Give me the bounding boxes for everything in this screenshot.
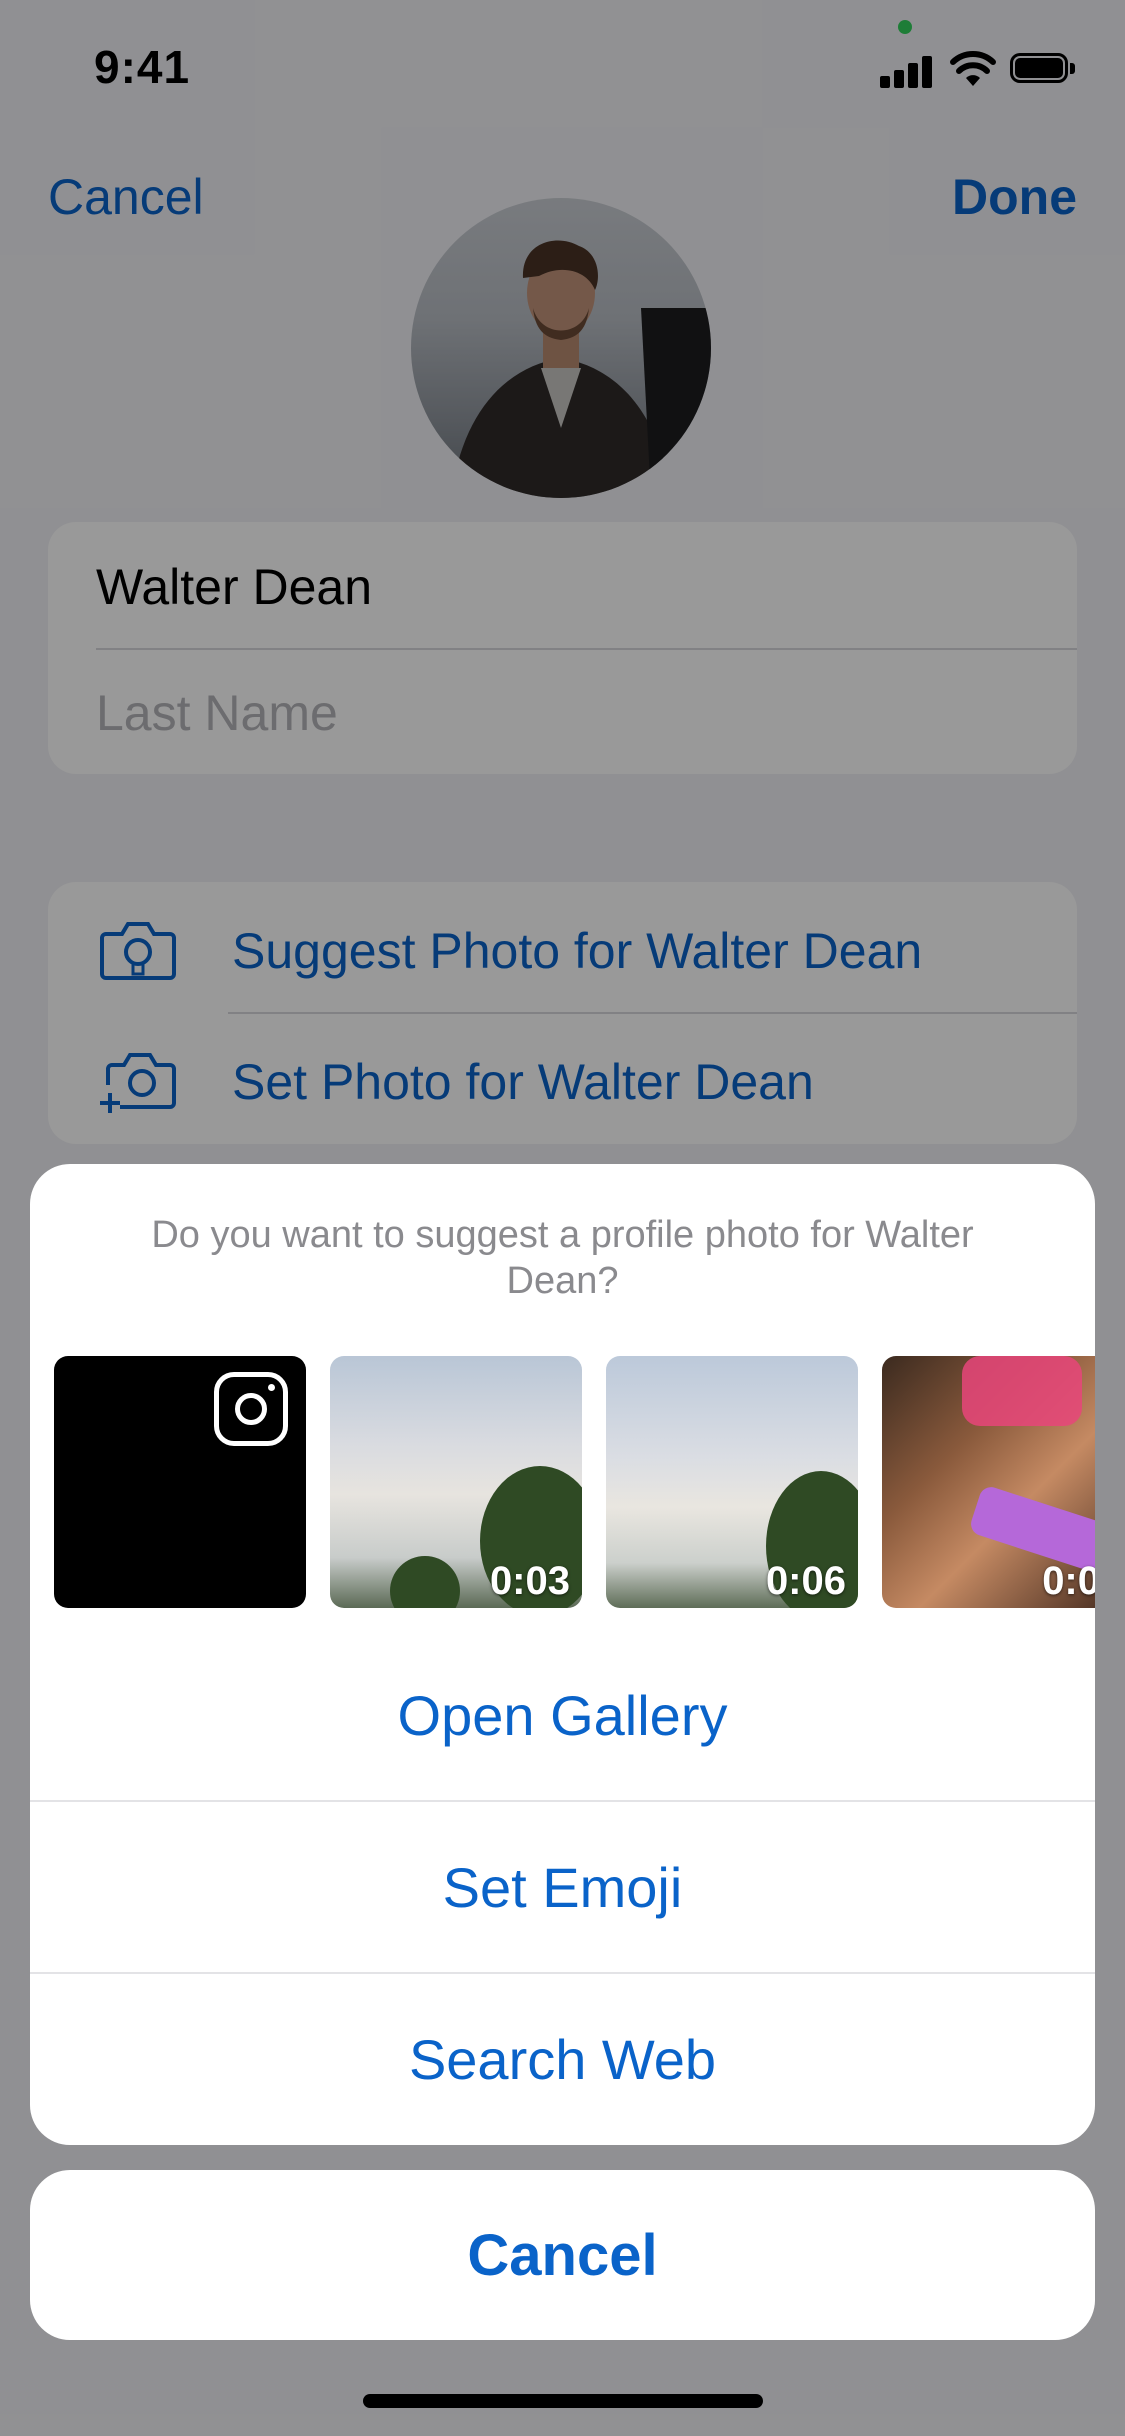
photo-thumbnail-strip[interactable]: 0:03 0:06 0:0 [54, 1356, 1095, 1608]
video-thumbnail[interactable]: 0:06 [606, 1356, 858, 1608]
instagram-icon [214, 1372, 288, 1446]
set-emoji-button[interactable]: Set Emoji [30, 1802, 1095, 1972]
home-indicator[interactable] [363, 2394, 763, 2408]
action-sheet-message: Do you want to suggest a profile photo f… [151, 1214, 974, 1302]
open-gallery-button[interactable]: Open Gallery [30, 1630, 1095, 1800]
sheet-cancel-button[interactable]: Cancel [30, 2170, 1095, 2340]
instagram-thumbnail[interactable] [54, 1356, 306, 1608]
video-thumbnail[interactable]: 0:0 [882, 1356, 1095, 1608]
video-duration: 0:0 [1042, 1559, 1095, 1603]
video-thumbnail[interactable]: 0:03 [330, 1356, 582, 1608]
action-sheet: Do you want to suggest a profile photo f… [30, 1164, 1095, 2145]
video-duration: 0:03 [489, 1559, 570, 1603]
video-duration: 0:06 [765, 1559, 846, 1603]
search-web-button[interactable]: Search Web [30, 1974, 1095, 2144]
